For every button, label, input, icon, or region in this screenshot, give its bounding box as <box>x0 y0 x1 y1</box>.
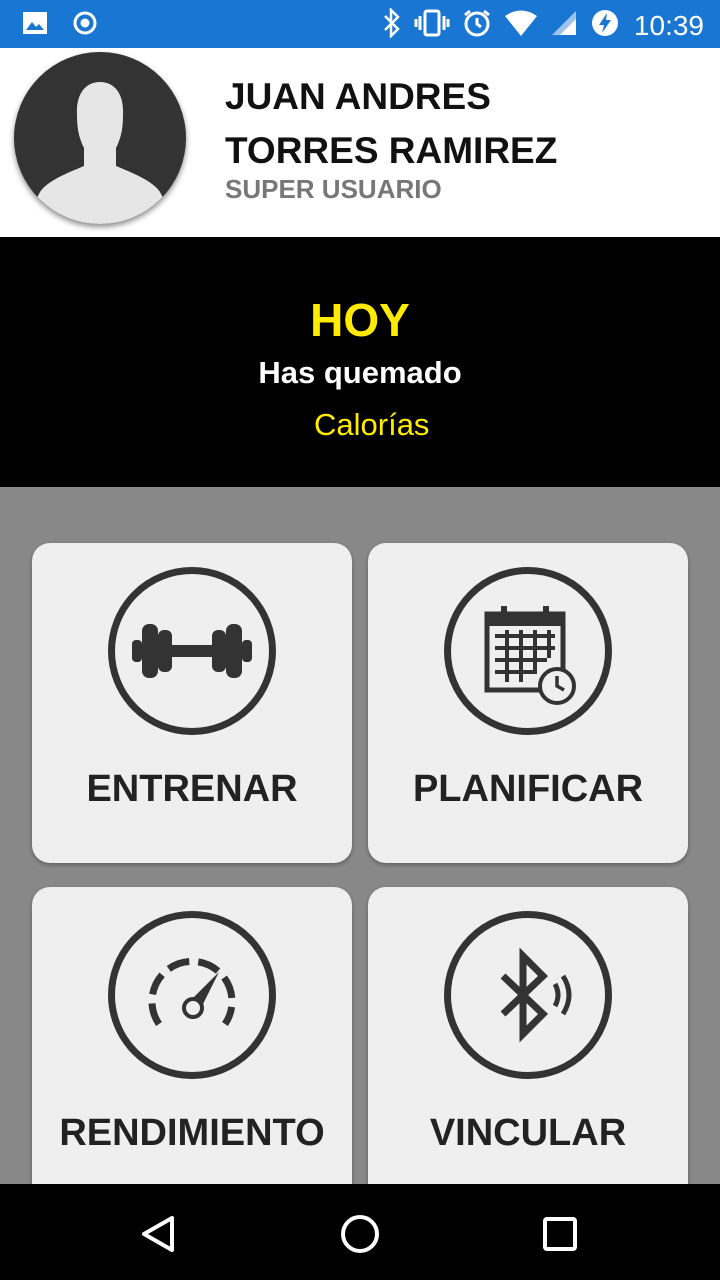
calories-label: Calorías <box>314 407 430 442</box>
dumbbell-icon <box>108 567 276 735</box>
back-icon[interactable] <box>138 1212 182 1256</box>
rendimiento-card[interactable]: RENDIMIENTO <box>32 887 352 1184</box>
status-bar: 10:39 <box>0 0 720 48</box>
avatar[interactable] <box>14 52 186 224</box>
recents-icon[interactable] <box>538 1212 582 1256</box>
burned-label: Has quemado <box>258 355 462 390</box>
navigation-bar <box>0 1184 720 1280</box>
user-name: JUAN ANDRES TORRES RAMIREZ <box>225 70 557 178</box>
alarm-icon <box>462 8 492 43</box>
wifi-icon <box>504 9 538 42</box>
bluetooth-icon <box>382 6 402 43</box>
bluetooth-connect-icon <box>444 911 612 1079</box>
home-icon[interactable] <box>338 1212 382 1256</box>
rendimiento-label: RENDIMIENTO <box>59 1112 325 1154</box>
record-icon <box>72 10 98 41</box>
vincular-label: VINCULAR <box>429 1112 627 1154</box>
speedometer-icon <box>108 911 276 1079</box>
profile-header: JUAN ANDRES TORRES RAMIREZ SUPER USUARIO <box>0 48 720 237</box>
today-panel: HOY Has quemado Calorías <box>0 237 720 487</box>
entrenar-card[interactable]: ENTRENAR <box>32 543 352 863</box>
planificar-label: PLANIFICAR <box>412 768 644 810</box>
image-icon <box>22 10 48 41</box>
clock: 10:39 <box>633 9 704 41</box>
menu-grid: ENTRENAR PLANIFICAR RENDIMIENTO VINCULAR <box>0 487 720 1184</box>
user-name-line2: TORRES RAMIREZ <box>225 130 558 171</box>
today-title: HOY <box>310 294 410 346</box>
user-name-line1: JUAN ANDRES <box>225 76 491 117</box>
planificar-card[interactable]: PLANIFICAR <box>368 543 688 863</box>
vincular-card[interactable]: VINCULAR <box>368 887 688 1184</box>
vibrate-icon <box>414 8 450 43</box>
person-silhouette-icon <box>32 82 168 224</box>
battery-charging-icon <box>590 8 620 43</box>
signal-icon <box>550 9 578 42</box>
calendar-clock-icon <box>444 567 612 735</box>
user-role: SUPER USUARIO <box>225 174 442 204</box>
entrenar-label: ENTRENAR <box>86 768 298 810</box>
